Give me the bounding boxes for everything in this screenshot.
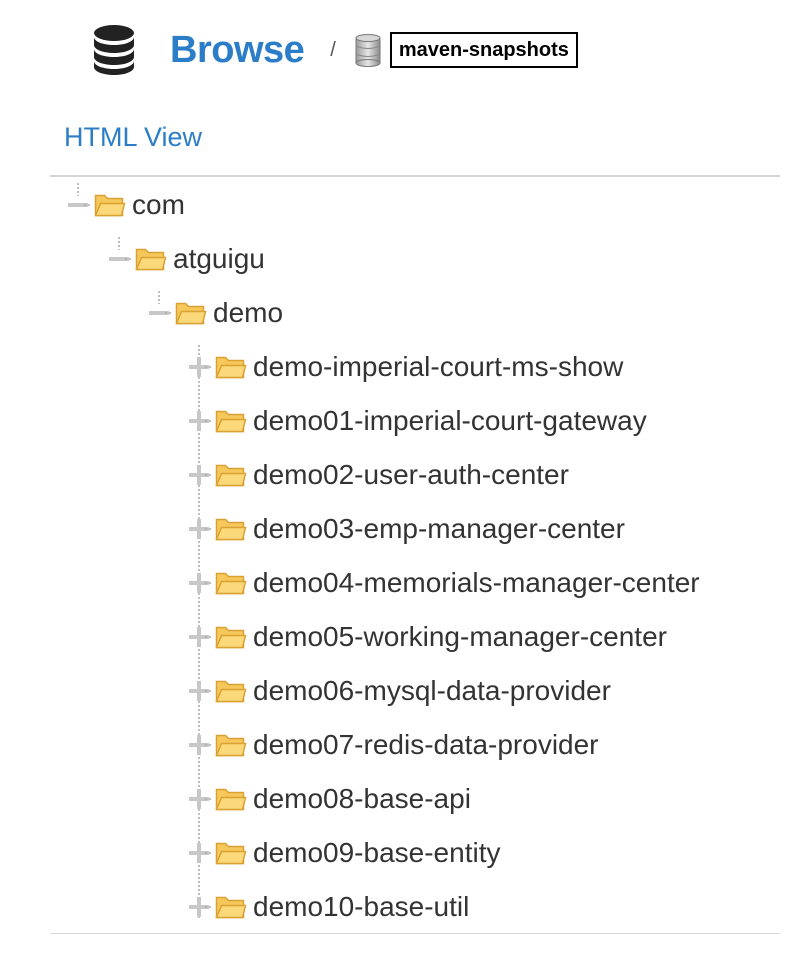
expand-toggle-icon[interactable] (187, 625, 211, 649)
tree-node-label[interactable]: demo-imperial-court-ms-show (253, 351, 623, 383)
collapse-toggle-icon[interactable] (66, 193, 90, 217)
expand-toggle-icon[interactable] (187, 517, 211, 541)
tree-node-label[interactable]: demo01-imperial-court-gateway (253, 405, 647, 437)
folder-open-icon (131, 246, 167, 272)
tree-node-demo04-memorials-manager-center[interactable]: demo04-memorials-manager-center (187, 563, 700, 603)
expand-toggle-icon[interactable] (187, 571, 211, 595)
repository-name[interactable]: maven-snapshots (389, 32, 578, 68)
folder-open-icon (211, 516, 247, 542)
tree-node-demo03-emp-manager-center[interactable]: demo03-emp-manager-center (187, 509, 625, 549)
expand-toggle-icon[interactable] (187, 895, 211, 919)
tree-node-label[interactable]: com (132, 189, 185, 221)
tree-node-label[interactable]: demo04-memorials-manager-center (253, 567, 700, 599)
tree-node-label[interactable]: demo (213, 297, 283, 329)
breadcrumb-separator: / (330, 38, 336, 61)
folder-open-icon (211, 570, 247, 596)
folder-open-icon (90, 192, 126, 218)
browse-header: Browse / maven-snapshots (92, 22, 578, 78)
tree-node-atguigu[interactable]: atguigu (107, 239, 265, 279)
folder-open-icon (211, 840, 247, 866)
tree-node-label[interactable]: demo03-emp-manager-center (253, 513, 625, 545)
tree-node-label[interactable]: atguigu (173, 243, 265, 275)
expand-toggle-icon[interactable] (187, 355, 211, 379)
tree-node-demo10-base-util[interactable]: demo10-base-util (187, 887, 469, 927)
database-small-icon (355, 34, 381, 67)
tree-node-demo05-working-manager-center[interactable]: demo05-working-manager-center (187, 617, 667, 657)
database-icon (94, 25, 134, 75)
page-title: Browse (170, 28, 305, 71)
tree-node-demo02-user-auth-center[interactable]: demo02-user-auth-center (187, 455, 569, 495)
folder-open-icon (211, 786, 247, 812)
tree-node-label[interactable]: demo06-mysql-data-provider (253, 675, 611, 707)
tree-node-demo01-imperial-court-gateway[interactable]: demo01-imperial-court-gateway (187, 401, 647, 441)
collapse-toggle-icon[interactable] (107, 247, 131, 271)
expand-toggle-icon[interactable] (187, 841, 211, 865)
folder-open-icon (211, 894, 247, 920)
top-divider (50, 175, 780, 177)
tree-node-demo07-redis-data-provider[interactable]: demo07-redis-data-provider (187, 725, 599, 765)
tree-node-label[interactable]: demo10-base-util (253, 891, 469, 923)
tree-node-label[interactable]: demo07-redis-data-provider (253, 729, 599, 761)
tree-node-label[interactable]: demo05-working-manager-center (253, 621, 667, 653)
tree-node-demo[interactable]: demo (147, 293, 283, 333)
expand-toggle-icon[interactable] (187, 733, 211, 757)
expand-toggle-icon[interactable] (187, 787, 211, 811)
tree-node-com[interactable]: com (66, 185, 185, 225)
tree-node-demo08-base-api[interactable]: demo08-base-api (187, 779, 471, 819)
expand-toggle-icon[interactable] (187, 679, 211, 703)
folder-open-icon (211, 678, 247, 704)
tree-node-label[interactable]: demo08-base-api (253, 783, 471, 815)
collapse-toggle-icon[interactable] (147, 301, 171, 325)
tree-node-demo06-mysql-data-provider[interactable]: demo06-mysql-data-provider (187, 671, 611, 711)
tree-node-label[interactable]: demo02-user-auth-center (253, 459, 569, 491)
bottom-divider (50, 933, 780, 934)
folder-open-icon (211, 462, 247, 488)
tree-node-demo09-base-entity[interactable]: demo09-base-entity (187, 833, 500, 873)
folder-open-icon (211, 624, 247, 650)
folder-open-icon (211, 354, 247, 380)
folder-open-icon (211, 732, 247, 758)
folder-open-icon (211, 408, 247, 434)
html-view-link[interactable]: HTML View (64, 122, 202, 153)
tree-node-demo-imperial-court-ms-show[interactable]: demo-imperial-court-ms-show (187, 347, 623, 387)
tree-node-label[interactable]: demo09-base-entity (253, 837, 500, 869)
expand-toggle-icon[interactable] (187, 463, 211, 487)
folder-open-icon (171, 300, 207, 326)
expand-toggle-icon[interactable] (187, 409, 211, 433)
